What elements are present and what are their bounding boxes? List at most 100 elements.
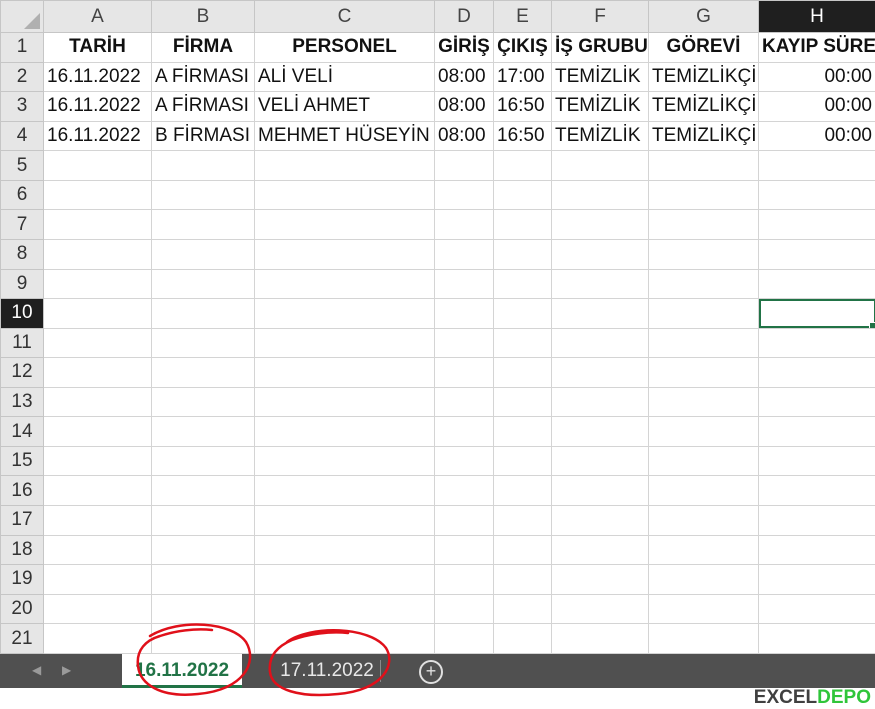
cell[interactable] <box>255 239 435 269</box>
row-header[interactable]: 19 <box>1 565 44 595</box>
cell[interactable] <box>435 358 494 388</box>
cell[interactable] <box>494 239 552 269</box>
cell[interactable] <box>494 180 552 210</box>
cell[interactable] <box>649 476 759 506</box>
cell[interactable]: 16:50 <box>494 92 552 122</box>
cell[interactable] <box>255 565 435 595</box>
cell[interactable] <box>44 535 152 565</box>
cell[interactable] <box>152 180 255 210</box>
cell[interactable] <box>494 328 552 358</box>
cell[interactable] <box>44 239 152 269</box>
cell[interactable]: 16.11.2022 <box>44 62 152 92</box>
cell[interactable] <box>649 417 759 447</box>
cell[interactable] <box>152 299 255 329</box>
cell[interactable] <box>44 210 152 240</box>
cell[interactable] <box>435 446 494 476</box>
cell[interactable] <box>44 565 152 595</box>
cell[interactable] <box>649 358 759 388</box>
cell[interactable] <box>44 476 152 506</box>
cell[interactable] <box>255 180 435 210</box>
cell[interactable] <box>44 417 152 447</box>
cell[interactable] <box>435 594 494 624</box>
cell[interactable] <box>649 387 759 417</box>
column-header-g[interactable]: G <box>649 1 759 33</box>
cell[interactable]: 08:00 <box>435 62 494 92</box>
row-header[interactable]: 18 <box>1 535 44 565</box>
cell[interactable] <box>435 328 494 358</box>
cell[interactable]: 16:50 <box>494 121 552 151</box>
row-header[interactable]: 5 <box>1 151 44 181</box>
cell[interactable] <box>44 299 152 329</box>
cell[interactable] <box>759 506 875 536</box>
cell[interactable] <box>649 299 759 329</box>
cell[interactable]: 16.11.2022 <box>44 121 152 151</box>
cell[interactable] <box>435 269 494 299</box>
cell[interactable] <box>552 565 649 595</box>
cell[interactable]: KAYIP SÜRE <box>759 33 875 63</box>
cell[interactable] <box>494 417 552 447</box>
cell[interactable] <box>494 387 552 417</box>
cell[interactable] <box>552 328 649 358</box>
cell[interactable] <box>435 506 494 536</box>
cell[interactable] <box>494 476 552 506</box>
cell[interactable]: GİRİŞ <box>435 33 494 63</box>
cell[interactable]: MEHMET HÜSEYİN <box>255 121 435 151</box>
cell[interactable]: PERSONEL <box>255 33 435 63</box>
cell[interactable] <box>152 269 255 299</box>
cell[interactable]: 08:00 <box>435 92 494 122</box>
cell[interactable] <box>44 151 152 181</box>
cell[interactable]: FİRMA <box>152 33 255 63</box>
cell[interactable] <box>552 239 649 269</box>
cell[interactable] <box>552 417 649 447</box>
cell[interactable] <box>435 624 494 654</box>
column-header-h[interactable]: H <box>759 1 875 33</box>
cell[interactable] <box>494 506 552 536</box>
row-header[interactable]: 17 <box>1 506 44 536</box>
cell[interactable] <box>44 180 152 210</box>
row-header[interactable]: 9 <box>1 269 44 299</box>
cell[interactable] <box>494 446 552 476</box>
cell[interactable]: TEMİZLİK <box>552 62 649 92</box>
cell[interactable] <box>552 535 649 565</box>
cell[interactable] <box>552 476 649 506</box>
cell[interactable] <box>494 151 552 181</box>
cell[interactable]: 08:00 <box>435 121 494 151</box>
cell[interactable]: A FİRMASI <box>152 92 255 122</box>
cell[interactable] <box>759 269 875 299</box>
cell[interactable] <box>255 446 435 476</box>
cell[interactable] <box>255 387 435 417</box>
cell[interactable] <box>152 565 255 595</box>
cell[interactable] <box>649 210 759 240</box>
cell[interactable]: ALİ VELİ <box>255 62 435 92</box>
cell[interactable] <box>494 535 552 565</box>
cell[interactable] <box>759 535 875 565</box>
cell[interactable] <box>255 269 435 299</box>
column-header-b[interactable]: B <box>152 1 255 33</box>
cell[interactable] <box>759 151 875 181</box>
cell[interactable] <box>494 594 552 624</box>
cell[interactable] <box>152 535 255 565</box>
cell[interactable]: TEMİZLİKÇİ <box>649 62 759 92</box>
cell[interactable] <box>552 446 649 476</box>
cell[interactable] <box>152 328 255 358</box>
row-header[interactable]: 7 <box>1 210 44 240</box>
column-header-f[interactable]: F <box>552 1 649 33</box>
cell[interactable]: TEMİZLİKÇİ <box>649 92 759 122</box>
row-header[interactable]: 21 <box>1 624 44 654</box>
cell[interactable] <box>435 151 494 181</box>
cell[interactable] <box>255 506 435 536</box>
cell[interactable]: 00:00 <box>759 92 875 122</box>
cell[interactable] <box>435 239 494 269</box>
sheet-tab[interactable]: 17.11.2022 <box>262 654 392 688</box>
cell[interactable] <box>552 299 649 329</box>
cell[interactable] <box>44 506 152 536</box>
cell[interactable] <box>152 358 255 388</box>
cell[interactable] <box>255 535 435 565</box>
cell[interactable] <box>255 299 435 329</box>
cell[interactable] <box>435 387 494 417</box>
cell[interactable] <box>152 624 255 654</box>
row-header[interactable]: 11 <box>1 328 44 358</box>
cell[interactable] <box>255 417 435 447</box>
cell[interactable] <box>435 565 494 595</box>
cell[interactable]: A FİRMASI <box>152 62 255 92</box>
